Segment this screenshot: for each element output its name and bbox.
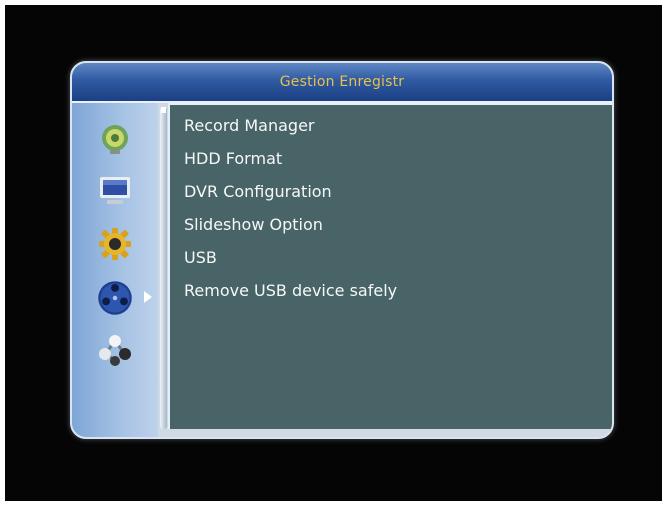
osd-window: Gestion Enregistr Record Manager HDD For… <box>70 61 614 439</box>
tv-monitor-icon[interactable] <box>98 173 132 207</box>
menu-item-hdd-format[interactable]: HDD Format <box>184 146 397 179</box>
menu-item-usb[interactable]: USB <box>184 245 397 278</box>
window-title: Gestion Enregistr <box>72 63 612 103</box>
category-sidebar <box>72 103 158 437</box>
selection-arrow-icon <box>144 291 152 303</box>
menu-item-record-manager[interactable]: Record Manager <box>184 113 397 146</box>
media-reel-icon[interactable] <box>96 279 134 317</box>
menu-panel: Record Manager HDD Format DVR Configurat… <box>168 103 612 431</box>
scrollbar[interactable] <box>160 107 167 429</box>
tv-screen: Gestion Enregistr Record Manager HDD For… <box>5 5 662 501</box>
menu-item-slideshow-option[interactable]: Slideshow Option <box>184 212 397 245</box>
satellite-dish-icon[interactable] <box>98 123 132 157</box>
menu-item-dvr-configuration[interactable]: DVR Configuration <box>184 179 397 212</box>
network-icon[interactable] <box>98 333 132 367</box>
gear-icon[interactable] <box>98 227 132 261</box>
menu-item-remove-usb[interactable]: Remove USB device safely <box>184 278 397 311</box>
menu-list: Record Manager HDD Format DVR Configurat… <box>184 113 397 311</box>
panel-bottom-border <box>168 429 612 437</box>
scrollbar-thumb[interactable] <box>161 107 166 113</box>
